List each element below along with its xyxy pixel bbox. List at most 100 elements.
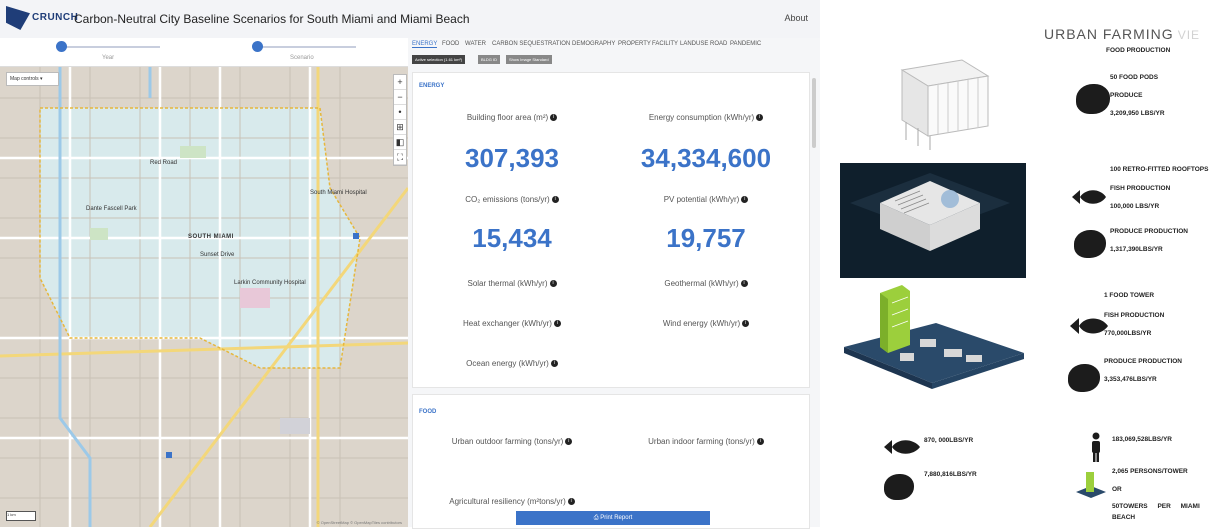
info-icon[interactable]: i [741, 196, 749, 204]
produce-icon [1068, 364, 1100, 392]
energy-consumption-label: Energy consumption (kWh/yr) i [611, 113, 801, 122]
scenario-slider-knob[interactable] [252, 41, 263, 52]
tower-produce-value: 3,353,476LBS/YR [1104, 376, 1157, 383]
tower-produce-label: PRODUCE PRODUCTION [1104, 358, 1183, 365]
pv-potential-label: PV potential (kWh/yr) i [611, 195, 801, 204]
tab-road[interactable]: ROAD [710, 41, 727, 47]
agricultural-resiliency-label: Agricultural resiliency (m²tons/yr) i [417, 497, 607, 506]
info-icon[interactable]: i [756, 438, 764, 446]
agricultural-resiliency-text: Agricultural resiliency (m²tons/yr) [449, 497, 566, 506]
about-link[interactable]: About [784, 13, 808, 23]
food-tower-heading: 1 FOOD TOWER [1104, 292, 1155, 299]
energy-consumption-value: 34,334,600 [640, 143, 772, 173]
building-floor-area-value: 307,393 [465, 143, 559, 173]
ocean-energy-label: Ocean energy (kWh/yr) i [417, 359, 607, 368]
active-selection-chip[interactable]: Active selection (1.61 km²) [412, 55, 466, 64]
map-attribution[interactable]: © OpenStreetMap © OpenMapTiles contribut… [317, 520, 402, 525]
info-icon[interactable]: i [553, 320, 561, 328]
logo-text: CRUNCH [32, 12, 79, 23]
info-icon[interactable]: i [549, 280, 557, 288]
energy-card: ENERGY Building floor area (m²) i Energy … [412, 72, 810, 388]
total-fish-value: 870, 000LBS/YR [924, 437, 974, 444]
food-card-title: FOOD [419, 409, 437, 415]
print-report-button[interactable]: ⎙ Print Report [516, 511, 710, 525]
tab-demography[interactable]: DEMOGRAPHY [572, 41, 615, 47]
layer-toggle-icon[interactable]: ◧ [394, 135, 406, 150]
map-place-label: South Miami Hospital [310, 190, 367, 196]
tab-food[interactable]: FOOD [442, 41, 459, 47]
tab-water[interactable]: WATER [465, 41, 486, 47]
urban-farming-title-faint: VIE [1177, 28, 1201, 42]
total-persons-value: 183,069,528LBS/YR [1112, 436, 1172, 443]
tab-facility[interactable]: FACILITY [652, 41, 678, 47]
year-slider-track[interactable] [60, 46, 160, 48]
logo-icon [6, 6, 30, 30]
map-canvas[interactable] [0, 38, 408, 527]
info-icon[interactable]: i [740, 280, 748, 288]
fish-icon [1070, 318, 1108, 334]
crunch-logo[interactable]: CRUNCH [6, 6, 78, 32]
food-pods-count: 50 FOOD PODS [1110, 74, 1159, 81]
crunch-app: CRUNCH Carbon-Neutral City Baseline Scen… [0, 0, 820, 529]
towers-per-city-line2: BEACH [1112, 514, 1136, 521]
geothermal-text: Geothermal (kWh/yr) [664, 279, 739, 288]
energy-consumption-text: Energy consumption (kWh/yr) [648, 113, 755, 122]
pv-potential-text: PV potential (kWh/yr) [663, 195, 740, 204]
urban-outdoor-farming-text: Urban outdoor farming (tons/yr) [451, 437, 564, 446]
rooftops-fish-value: 100,000 LBS/YR [1110, 203, 1160, 210]
south-miami-label: SOUTH MIAMI [188, 234, 234, 240]
map-place-label: Larkin Community Hospital [234, 280, 306, 286]
fish-icon [1072, 190, 1106, 204]
urban-farming-title: URBAN FARMING VIE [1044, 26, 1200, 42]
map-zoom-controls: + − • ⊞ ◧ ⛶ [393, 74, 407, 166]
tab-carbon-sequestration[interactable]: CARBON SEQUESTRATION [492, 41, 570, 47]
top-bar: CRUNCH Carbon-Neutral City Baseline Scen… [0, 0, 820, 39]
rooftops-produce-value: 1,317,390LBS/YR [1110, 246, 1163, 253]
map-view[interactable] [0, 38, 408, 527]
tower-fish-label: FISH PRODUCTION [1104, 312, 1165, 319]
food-tower-illustration [844, 285, 1024, 389]
bldg-id-chip[interactable]: BLDG ID [478, 55, 501, 64]
produce-icon [1076, 84, 1110, 114]
show-image-chip[interactable]: Show Image Standard [506, 55, 552, 64]
info-icon[interactable]: i [550, 114, 558, 122]
info-icon[interactable]: i [742, 320, 750, 328]
urban-indoor-farming-text: Urban indoor farming (tons/yr) [648, 437, 755, 446]
food-production-heading: FOOD PRODUCTION [1106, 47, 1171, 54]
info-icon[interactable]: i [565, 438, 573, 446]
panel-scrollbar[interactable] [812, 78, 816, 148]
or-separator: OR [1112, 486, 1122, 493]
zoom-out-button[interactable]: − [394, 90, 406, 105]
fish-icon [884, 440, 920, 454]
geothermal-label: Geothermal (kWh/yr) i [611, 279, 801, 288]
grid-icon[interactable]: ⊞ [394, 120, 406, 135]
person-icon [1092, 432, 1100, 462]
rooftops-heading: 100 RETRO-FITTED ROOFTOPS [1110, 166, 1209, 173]
info-icon[interactable]: i [550, 360, 558, 368]
tab-pandemic[interactable]: PANDEMIC [730, 41, 761, 47]
total-produce-value: 7,880,816LBS/YR [924, 471, 977, 478]
map-controls-dropdown[interactable]: Map controls ▾ [6, 72, 59, 86]
category-tabs: ENERGY FOOD WATER CARBON SEQUESTRATION D… [412, 41, 818, 53]
tab-landuse[interactable]: LANDUSE [680, 41, 708, 47]
produce-icon [884, 474, 914, 500]
scenario-sliders: Year Scenario [0, 38, 408, 67]
info-icon[interactable]: i [551, 196, 559, 204]
scenario-slider-track[interactable] [256, 46, 356, 48]
rooftops-fish-label: FISH PRODUCTION [1110, 185, 1171, 192]
year-slider-knob[interactable] [56, 41, 67, 52]
info-icon[interactable]: i [567, 498, 575, 506]
fullscreen-icon[interactable]: ⛶ [394, 150, 406, 165]
rooftops-produce-label: PRODUCE PRODUCTION [1110, 228, 1189, 235]
co2-emissions-value: 15,434 [472, 223, 552, 253]
tower-fish-value: 770,000LBS/YR [1104, 330, 1152, 337]
info-icon[interactable]: i [756, 114, 764, 122]
app-title: Carbon-Neutral City Baseline Scenarios f… [74, 12, 470, 26]
year-slider-label: Year [102, 55, 115, 61]
reset-bearing-button[interactable]: • [394, 105, 406, 120]
food-card: FOOD Urban outdoor farming (tons/yr) i Ur… [412, 394, 810, 529]
zoom-in-button[interactable]: + [394, 75, 406, 90]
tab-energy[interactable]: ENERGY [412, 41, 438, 48]
food-pods-produce-label: PRODUCE [1110, 92, 1143, 99]
tab-property[interactable]: PROPERTY [618, 41, 651, 47]
